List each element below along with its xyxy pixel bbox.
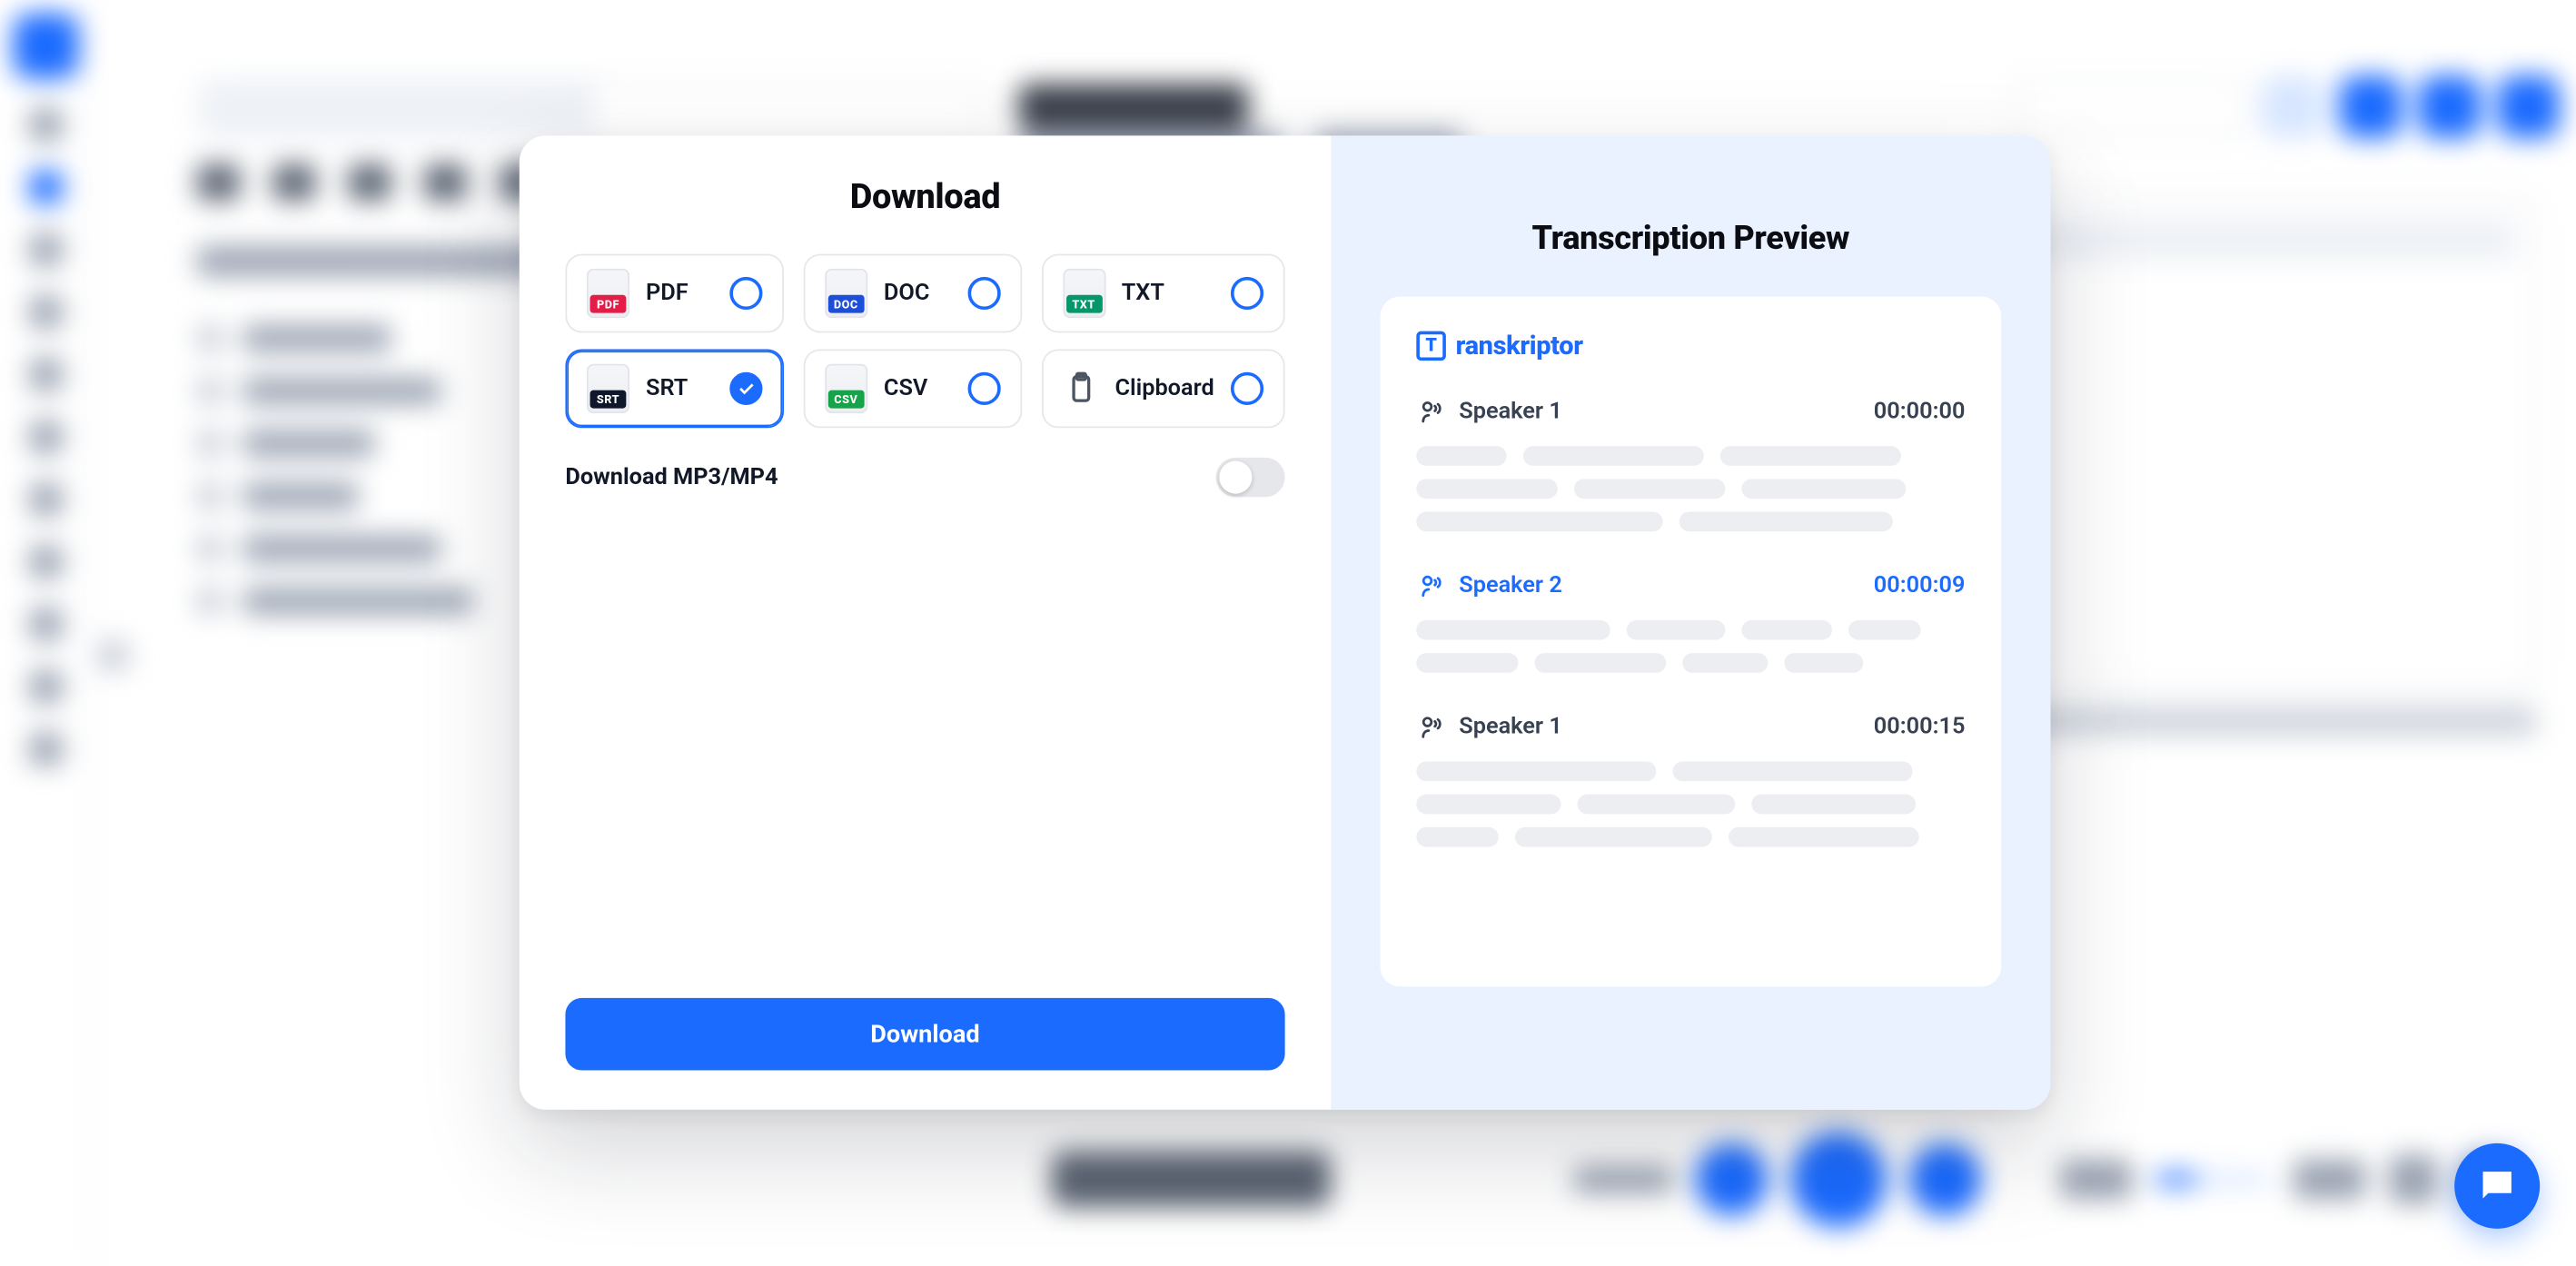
sidebar-item (29, 545, 62, 578)
chat-launcher[interactable] (2454, 1143, 2540, 1229)
format-option-doc[interactable]: DOC DOC (803, 254, 1021, 333)
segment-lines (1416, 761, 1965, 846)
format-label: PDF (646, 281, 713, 307)
format-label: DOC (884, 281, 951, 307)
sidebar-item (29, 108, 62, 141)
transcript-segment: Speaker 1 00:00:00 (1416, 397, 1965, 531)
segment-timestamp: 00:00:09 (1874, 572, 1966, 598)
download-title: Download (565, 178, 1284, 217)
download-button[interactable]: Download (565, 998, 1284, 1071)
player-prev (1696, 1143, 1769, 1216)
pdf-file-icon: PDF (587, 269, 629, 318)
download-left-pane: Download PDF PDF DOC DOC TXT TXT SRT SRT… (520, 135, 1331, 1110)
speaker-icon (1416, 397, 1446, 427)
brand-logo: Transkriptor (1416, 330, 1965, 361)
topbar-action (2418, 75, 2481, 138)
doc-title (1018, 84, 1248, 130)
segment-lines (1416, 446, 1965, 531)
player-next (1909, 1143, 1982, 1216)
format-option-txt[interactable]: TXT TXT (1041, 254, 1284, 333)
sidebar-item (29, 733, 62, 766)
segment-speaker: Speaker 1 (1416, 712, 1562, 742)
speaker-icon (1416, 712, 1446, 742)
format-radio (967, 372, 1000, 405)
clipboard-icon (1063, 367, 1099, 410)
doc-file-icon: DOC (825, 269, 867, 318)
brand-text: ranskriptor (1456, 330, 1583, 361)
chat-icon (2476, 1164, 2519, 1207)
sidebar-item (29, 358, 62, 391)
transcript-segment: Speaker 2 00:00:09 (1416, 571, 1965, 673)
format-label: TXT (1122, 281, 1214, 307)
format-option-csv[interactable]: CSV CSV (803, 349, 1021, 428)
sidebar-item (29, 483, 62, 516)
sidebar-item (29, 420, 62, 453)
format-radio (967, 277, 1000, 310)
segment-speaker: Speaker 1 (1416, 397, 1562, 427)
speaker-icon (1416, 571, 1446, 601)
format-radio (1231, 277, 1263, 310)
sidebar-item (29, 296, 62, 329)
txt-file-icon: TXT (1063, 269, 1105, 318)
segment-timestamp: 00:00:15 (1874, 714, 1966, 740)
format-radio (1231, 372, 1263, 405)
format-label: SRT (646, 375, 713, 401)
segment-timestamp: 00:00:00 (1874, 399, 1966, 425)
player-play (1790, 1132, 1886, 1227)
format-label: CSV (884, 375, 951, 401)
download-modal: Download PDF PDF DOC DOC TXT TXT SRT SRT… (520, 135, 2051, 1110)
format-option-srt[interactable]: SRT SRT (565, 349, 783, 428)
csv-file-icon: CSV (825, 364, 867, 413)
sidebar-item (29, 171, 62, 203)
format-option-pdf[interactable]: PDF PDF (565, 254, 783, 333)
player-seek (2155, 1172, 2271, 1185)
edit-as-note-button (2014, 79, 2244, 134)
sidebar-item (29, 233, 62, 266)
mp3mp4-label: Download MP3/MP4 (565, 464, 778, 490)
preview-card: Transkriptor Speaker 1 00:00:00 Speaker … (1380, 297, 2001, 987)
topbar-action (2497, 75, 2560, 138)
preview-pane: Transcription Preview Transkriptor Speak… (1331, 135, 2050, 1110)
segment-lines (1416, 620, 1965, 673)
mp3mp4-toggle[interactable] (1216, 458, 1285, 497)
brand-t-icon: T (1416, 331, 1446, 361)
format-radio (729, 277, 762, 310)
format-label: Clipboard (1115, 375, 1214, 401)
transcript-segment: Speaker 1 00:00:15 (1416, 712, 1965, 846)
format-grid: PDF PDF DOC DOC TXT TXT SRT SRT CSV CSV … (565, 254, 1284, 429)
topbar-action (2340, 75, 2403, 138)
preview-title: Transcription Preview (1380, 218, 2001, 257)
segment-speaker: Speaker 2 (1416, 571, 1562, 601)
sidebar-item (29, 670, 62, 703)
app-logo (13, 13, 78, 78)
format-option-clipboard[interactable]: Clipboard (1041, 349, 1284, 428)
add-comment-button (1052, 1152, 1331, 1207)
srt-file-icon: SRT (587, 364, 629, 413)
sidebar-item (29, 608, 62, 640)
topbar-action (2261, 75, 2323, 138)
format-radio (729, 372, 762, 405)
